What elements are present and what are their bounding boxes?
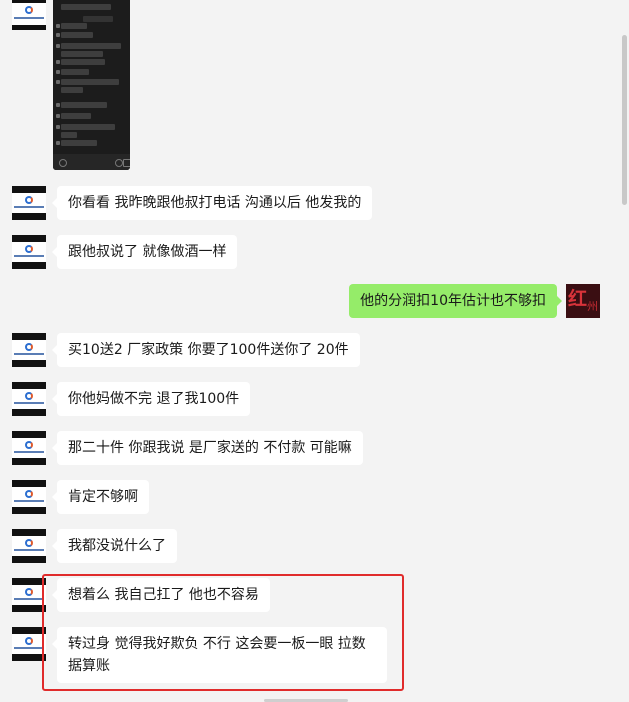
contact-avatar[interactable] [12,529,46,563]
message-bubble[interactable]: 那二十件 你跟我说 是厂家送的 不付款 可能嘛 [52,431,363,465]
contact-avatar[interactable] [12,382,46,416]
contact-avatar[interactable] [12,333,46,367]
message-bubble[interactable]: 跟他叔说了 就像做酒一样 [51,235,238,269]
contact-avatar[interactable] [12,431,46,465]
message-bubble[interactable]: 我都没说什么了 [52,529,177,563]
message-bubble[interactable]: 你看看 我昨晚跟他叔打电话 沟通以后 他发我的 [51,186,373,220]
chat-screenshot-image[interactable] [53,0,130,170]
contact-avatar[interactable] [12,186,46,220]
message-bubble[interactable]: 买10送2 厂家政策 你要了100件送你了 20件 [52,333,360,367]
my-message-bubble[interactable]: 他的分润扣10年估计也不够扣 [349,284,562,318]
my-avatar[interactable]: 红州 [566,284,600,318]
vertical-scrollbar[interactable] [622,35,627,205]
message-bubble[interactable]: 肯定不够啊 [52,480,149,514]
contact-avatar[interactable] [12,578,46,612]
contact-avatar[interactable] [12,480,46,514]
contact-avatar[interactable] [12,235,46,269]
message-bubble[interactable]: 你他妈做不完 退了我100件 [51,382,251,416]
highlight-box [42,574,404,691]
contact-avatar[interactable] [12,0,46,30]
contact-avatar[interactable] [12,627,46,661]
